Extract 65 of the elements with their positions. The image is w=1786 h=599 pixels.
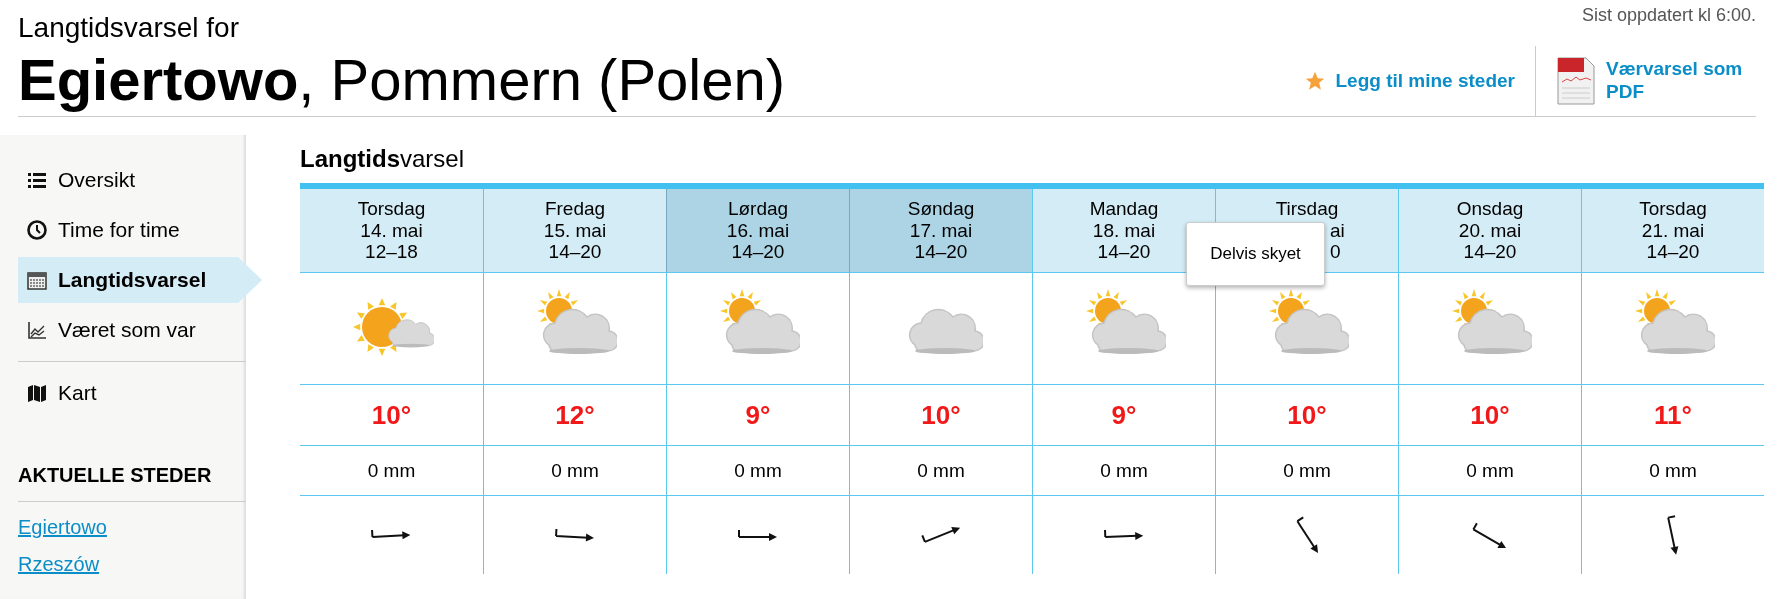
precipitation: 0 mm	[917, 459, 965, 482]
time-range: 14–20	[1097, 241, 1151, 264]
favorite-link[interactable]: Legg til mine steder	[1283, 46, 1535, 116]
precipitation: 0 mm	[1100, 459, 1148, 482]
clock-icon	[26, 219, 48, 241]
day-date: 14. mai	[360, 219, 423, 242]
temperature: 10°	[921, 399, 961, 431]
time-range: 14–20	[731, 241, 785, 264]
precipitation: 0 mm	[551, 459, 599, 482]
day-name: Tirsdag	[1275, 197, 1339, 220]
wind-arrow-icon	[1472, 521, 1508, 549]
temperature: 9°	[745, 399, 771, 431]
day-name: Fredag	[544, 197, 606, 220]
day-name: Søndag	[907, 197, 975, 220]
day-date: 18. mai	[1092, 219, 1156, 242]
map-icon	[26, 382, 48, 404]
temperature: 10°	[1287, 399, 1327, 431]
temperature: 11°	[1654, 399, 1692, 431]
wind-arrow-icon	[920, 526, 962, 544]
precipitation: 0 mm	[1283, 459, 1331, 482]
day-name: Lørdag	[727, 197, 789, 220]
wind-arrow-icon	[1666, 514, 1680, 556]
day-name: Onsdag	[1456, 197, 1524, 220]
wind-arrow-icon	[738, 528, 778, 542]
nav-item[interactable]: Kart	[18, 370, 238, 416]
wind-arrow-icon	[1295, 516, 1319, 554]
day-name: Torsdag	[1639, 197, 1707, 220]
section-title: Langtidsvarsel	[300, 145, 466, 173]
day-date: 15. mai	[543, 219, 607, 242]
temperature: 9°	[1111, 399, 1137, 431]
temperature: 10°	[1470, 399, 1510, 431]
time-range: 14–20	[914, 241, 968, 264]
day-date: ai	[1330, 219, 1345, 242]
time-range: 0	[1330, 241, 1341, 264]
day-date: 16. mai	[726, 219, 790, 242]
calendar-icon	[26, 269, 48, 291]
time-range: 14–20	[1646, 241, 1700, 264]
wind-arrow-icon	[555, 527, 595, 543]
time-range: 12–18	[365, 241, 418, 264]
page-title: Egiertowo, Pommern (Polen)	[18, 48, 786, 112]
temperature: 12°	[555, 399, 595, 431]
day-name: Mandag	[1089, 197, 1159, 220]
day-name: Torsdag	[357, 197, 426, 220]
line-chart-icon	[26, 319, 48, 341]
precipitation: 0 mm	[1649, 459, 1697, 482]
precipitation: 0 mm	[1466, 459, 1514, 482]
wind-arrow-icon	[371, 529, 412, 541]
pdf-file-icon	[1556, 56, 1596, 106]
precipitation: 0 mm	[367, 459, 416, 482]
temperature: 10°	[371, 399, 412, 431]
updated-text: Sist oppdatert kl 6:00.	[1581, 5, 1756, 26]
section-heading: AKTUELLE STEDER	[18, 464, 246, 502]
day-date: 17. mai	[909, 219, 973, 242]
day-date: 21. mai	[1641, 219, 1705, 242]
day-date: 20. mai	[1458, 219, 1522, 242]
precipitation: 0 mm	[734, 459, 782, 482]
nav-item[interactable]: Oversikt	[18, 157, 238, 203]
nav-item[interactable]: Time for time	[18, 207, 238, 253]
time-range: 14–20	[548, 241, 602, 264]
page-subtitle: Langtidsvarsel for	[18, 12, 240, 44]
nav-item[interactable]: Været som var	[18, 307, 238, 353]
tooltip: Delvis skyet	[1186, 222, 1325, 286]
pdf-link[interactable]: Værvarsel som PDF	[1535, 46, 1756, 116]
wind-arrow-icon	[1103, 529, 1145, 541]
time-range: 14–20	[1463, 241, 1517, 264]
